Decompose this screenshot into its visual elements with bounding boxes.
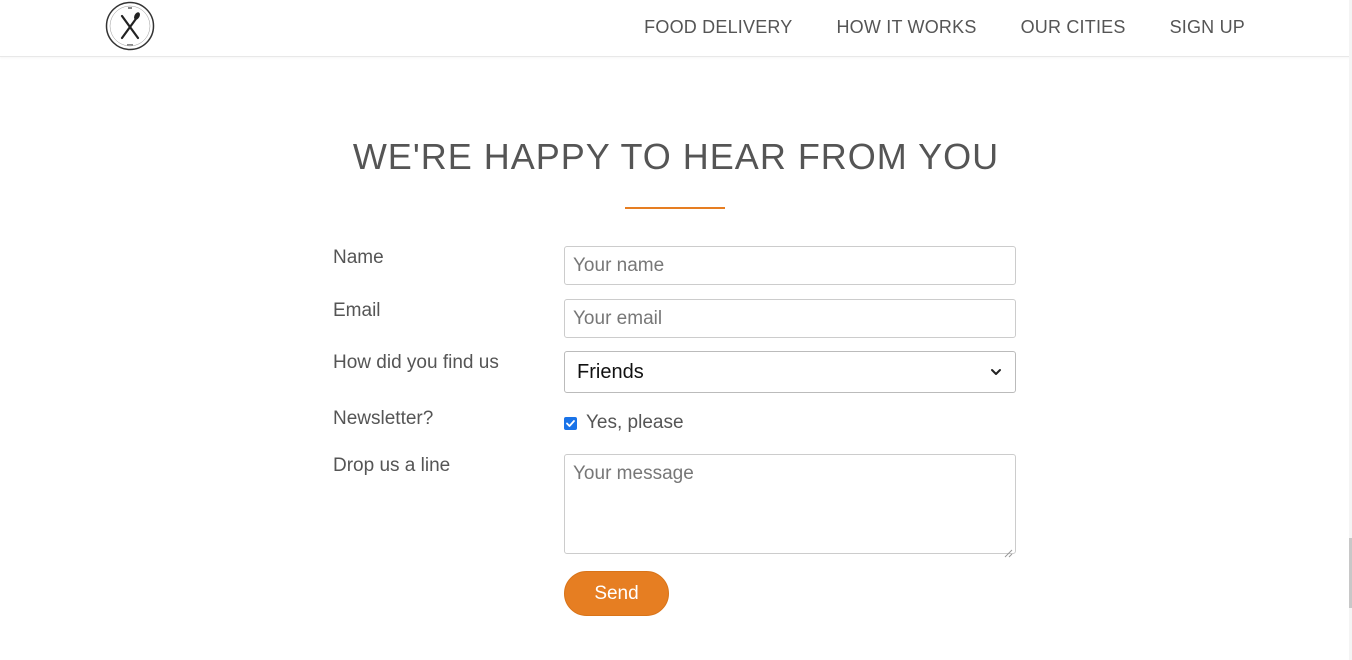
nav-item-how-it-works[interactable]: HOW IT WORKS [836, 17, 976, 38]
chevron-down-icon [989, 365, 1003, 379]
message-label: Drop us a line [333, 455, 451, 476]
email-input[interactable] [564, 299, 1016, 338]
message-textarea[interactable]: Your message [564, 454, 1016, 558]
page: FOOD DELIVERY HOW IT WORKS OUR CITIES SI… [0, 0, 1352, 660]
newsletter-checkbox[interactable] [564, 416, 577, 430]
heading-underline [625, 207, 725, 209]
message-placeholder: Your message [573, 463, 694, 484]
send-button[interactable]: Send [564, 571, 669, 616]
top-navigation-bar: FOOD DELIVERY HOW IT WORKS OUR CITIES SI… [0, 0, 1352, 57]
checkmark-icon [566, 419, 575, 427]
fork-knife-logo-icon[interactable] [105, 1, 155, 51]
newsletter-label: Newsletter? [333, 408, 434, 429]
find-us-label: How did you find us [333, 352, 499, 373]
name-input[interactable] [564, 246, 1016, 285]
newsletter-option: Yes, please [564, 412, 684, 434]
newsletter-option-label: Yes, please [586, 412, 684, 433]
resize-handle-icon[interactable] [1004, 542, 1013, 558]
email-label: Email [333, 300, 381, 321]
find-us-selected-value: Friends [577, 360, 644, 383]
nav-item-food-delivery[interactable]: FOOD DELIVERY [644, 17, 792, 38]
nav-item-our-cities[interactable]: OUR CITIES [1021, 17, 1126, 38]
name-label: Name [333, 247, 384, 268]
find-us-select[interactable]: Friends [564, 351, 1016, 393]
main-nav: FOOD DELIVERY HOW IT WORKS OUR CITIES SI… [644, 0, 1245, 54]
section-heading: WE'RE HAPPY TO HEAR FROM YOU [352, 136, 1000, 177]
nav-item-sign-up[interactable]: SIGN UP [1170, 17, 1245, 38]
